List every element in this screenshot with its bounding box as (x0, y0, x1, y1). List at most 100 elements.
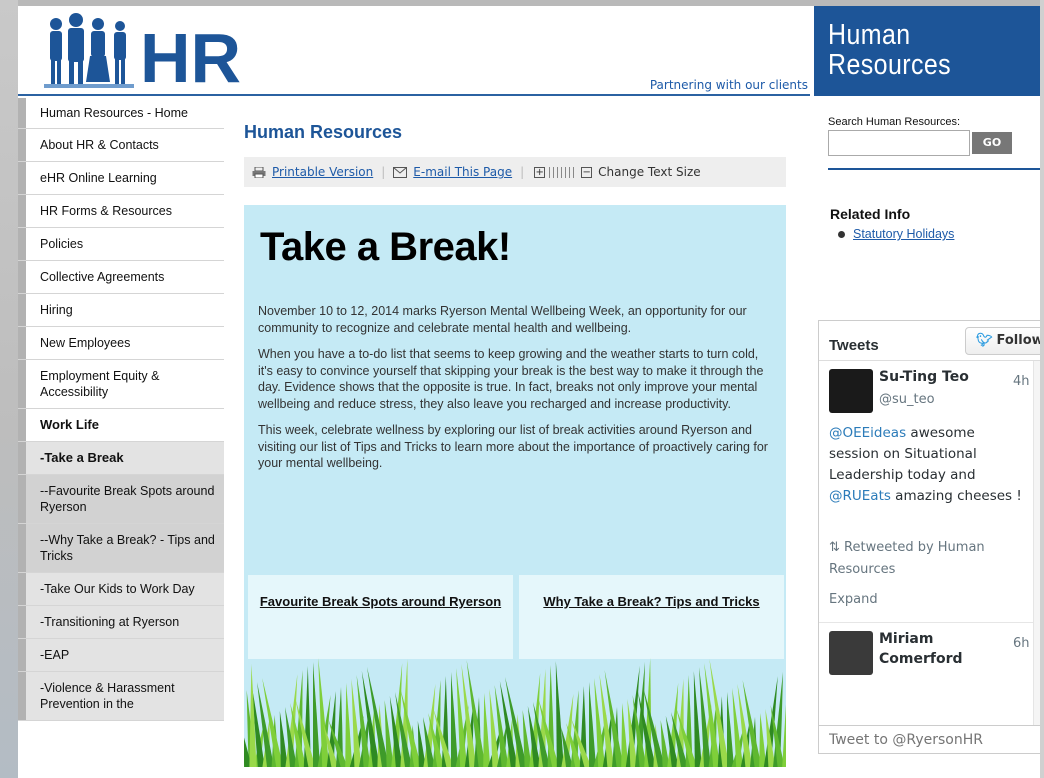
tweet-timestamp[interactable]: 6h (1013, 633, 1030, 654)
sidebar-item-marker (18, 475, 26, 523)
search-input[interactable] (828, 130, 970, 156)
grass-blade (555, 661, 564, 767)
tweet-author-name[interactable]: Su-Ting Teo (879, 367, 969, 388)
expand-tweet-link[interactable]: Expand (829, 589, 878, 610)
article-paragraph: This week, celebrate wellness by explori… (258, 423, 768, 470)
sidebar-item[interactable]: -Take Our Kids to Work Day (18, 573, 224, 606)
break-spots-card: Favourite Break Spots around Ryerson (248, 575, 513, 659)
sidebar-item-label: Hiring (26, 294, 224, 326)
email-icon[interactable] (393, 166, 408, 178)
sidebar-item[interactable]: --Favourite Break Spots around Ryerson (18, 475, 224, 524)
twitter-bird-icon: 🐦︎ (976, 333, 993, 348)
sidebar-item[interactable]: Policies (18, 228, 224, 261)
sidebar-item-label: -Transitioning at Ryerson (26, 606, 224, 638)
article-cards: Favourite Break Spots around Ryerson Why… (248, 575, 784, 659)
search-divider (828, 168, 1040, 170)
decrease-text-size-button[interactable]: − (581, 166, 593, 178)
sidebar-item[interactable]: -EAP (18, 639, 224, 672)
tweet[interactable]: Miriam Comerford 6h (819, 623, 1040, 683)
sidebar-item[interactable]: About HR & Contacts (18, 129, 224, 162)
site-tagline: Partnering with our clients (649, 78, 808, 92)
tweet-author-name[interactable]: Miriam Comerford (879, 629, 989, 669)
sidebar-item-marker (18, 228, 26, 260)
site-header: HR Partnering with our clients (18, 6, 810, 96)
sidebar-item-marker (18, 162, 26, 194)
grass-blade (594, 678, 606, 767)
grass-blade (456, 668, 468, 767)
retweet-icon: ⇅ (829, 540, 840, 555)
printable-version-link[interactable]: Printable Version (272, 165, 373, 179)
email-page-link[interactable]: E-mail This Page (413, 165, 512, 179)
tweet-author-handle[interactable]: @su_teo (879, 389, 935, 410)
section-title[interactable]: Human Resources (828, 20, 951, 80)
grass-blade (782, 704, 786, 767)
grass-blade (351, 679, 362, 767)
text-size-scale (549, 166, 578, 178)
sidebar-item-marker (18, 442, 26, 474)
sidebar-item[interactable]: --Why Take a Break? - Tips and Tricks (18, 524, 224, 573)
people-silhouette-icon (44, 13, 134, 88)
sidebar-item[interactable]: HR Forms & Resources (18, 195, 224, 228)
related-info-item: Statutory Holidays (838, 227, 954, 241)
sidebar-item-label: eHR Online Learning (26, 162, 224, 194)
sidebar-item[interactable]: Collective Agreements (18, 261, 224, 294)
sidebar-item-marker (18, 639, 26, 671)
sidebar-item-marker (18, 573, 26, 605)
grass-blade (732, 688, 744, 767)
sidebar-item-marker (18, 672, 26, 720)
avatar[interactable] (829, 369, 873, 413)
sidebar-item-label: -EAP (26, 639, 224, 671)
tweet-compose-input[interactable] (829, 726, 1029, 753)
sidebar-item[interactable]: -Transitioning at Ryerson (18, 606, 224, 639)
sidebar-item[interactable]: New Employees (18, 327, 224, 360)
tweet-timestamp[interactable]: 4h (1013, 371, 1030, 392)
sidebar-item[interactable]: Hiring (18, 294, 224, 327)
grass-blade (589, 682, 596, 767)
section-title-line2: Resources (828, 49, 952, 81)
hr-logo[interactable]: HR (42, 10, 262, 90)
avatar[interactable] (829, 631, 873, 675)
sidebar-item-marker (18, 327, 26, 359)
twitter-widget: Tweets 🐦︎ Follow Su-Ting Teo @su_teo 4h @… (818, 320, 1040, 754)
article-heading: Take a Break! (260, 225, 511, 269)
sidebar-item-label: -Take Our Kids to Work Day (26, 573, 224, 605)
tweet[interactable]: Su-Ting Teo @su_teo 4h @OEEideas awesome… (819, 361, 1040, 623)
sidebar-item[interactable]: Human Resources - Home (18, 98, 224, 129)
break-spots-link[interactable]: Favourite Break Spots around Ryerson (260, 593, 501, 611)
sidebar-item-marker (18, 409, 26, 441)
sidebar-item-label: Work Life (26, 409, 224, 441)
sidebar-item-marker (18, 294, 26, 326)
left-navigation: Human Resources - Home About HR & Contact… (18, 98, 224, 721)
sidebar-item-marker (18, 98, 26, 128)
retweeted-by-label: Retweeted by Human Resources (829, 540, 985, 577)
tweets-scrollbar[interactable] (1033, 361, 1040, 725)
sidebar-item-label: Policies (26, 228, 224, 260)
sidebar-item-label: --Why Take a Break? - Tips and Tricks (26, 524, 224, 572)
sidebar-item[interactable]: Employment Equity & Accessibility (18, 360, 224, 409)
grass-blade (727, 692, 734, 767)
statutory-holidays-link[interactable]: Statutory Holidays (853, 227, 954, 241)
page-background-right (1040, 0, 1044, 778)
article-body: November 10 to 12, 2014 marks Ryerson Me… (258, 303, 774, 482)
sidebar-item[interactable]: eHR Online Learning (18, 162, 224, 195)
sidebar-item-label: Employment Equity & Accessibility (26, 360, 224, 408)
sidebar-item[interactable]: Work Life (18, 409, 224, 442)
printer-icon[interactable] (252, 166, 266, 178)
follow-button[interactable]: 🐦︎ Follow (965, 327, 1040, 355)
tweet-text: @OEEideas awesome session on Situational… (829, 423, 1029, 507)
page-background-left (0, 0, 18, 778)
related-info-title: Related Info (830, 206, 911, 222)
mention-link[interactable]: @RUEats (829, 488, 891, 504)
sidebar-item-label: Human Resources - Home (26, 98, 224, 128)
sidebar-item-marker (18, 195, 26, 227)
sidebar-item[interactable]: -Take a Break (18, 442, 224, 475)
sidebar-item[interactable]: -Violence & Harassment Prevention in the (18, 672, 224, 721)
mention-link[interactable]: @OEEideas (829, 425, 906, 441)
sidebar-item-marker (18, 524, 26, 572)
search-go-button[interactable]: GO (972, 132, 1012, 154)
grass-blade (345, 683, 353, 767)
increase-text-size-button[interactable]: + (534, 166, 546, 178)
grass-blade (489, 689, 500, 767)
tips-tricks-link[interactable]: Why Take a Break? Tips and Tricks (543, 593, 759, 611)
svg-text:HR: HR (140, 19, 241, 90)
